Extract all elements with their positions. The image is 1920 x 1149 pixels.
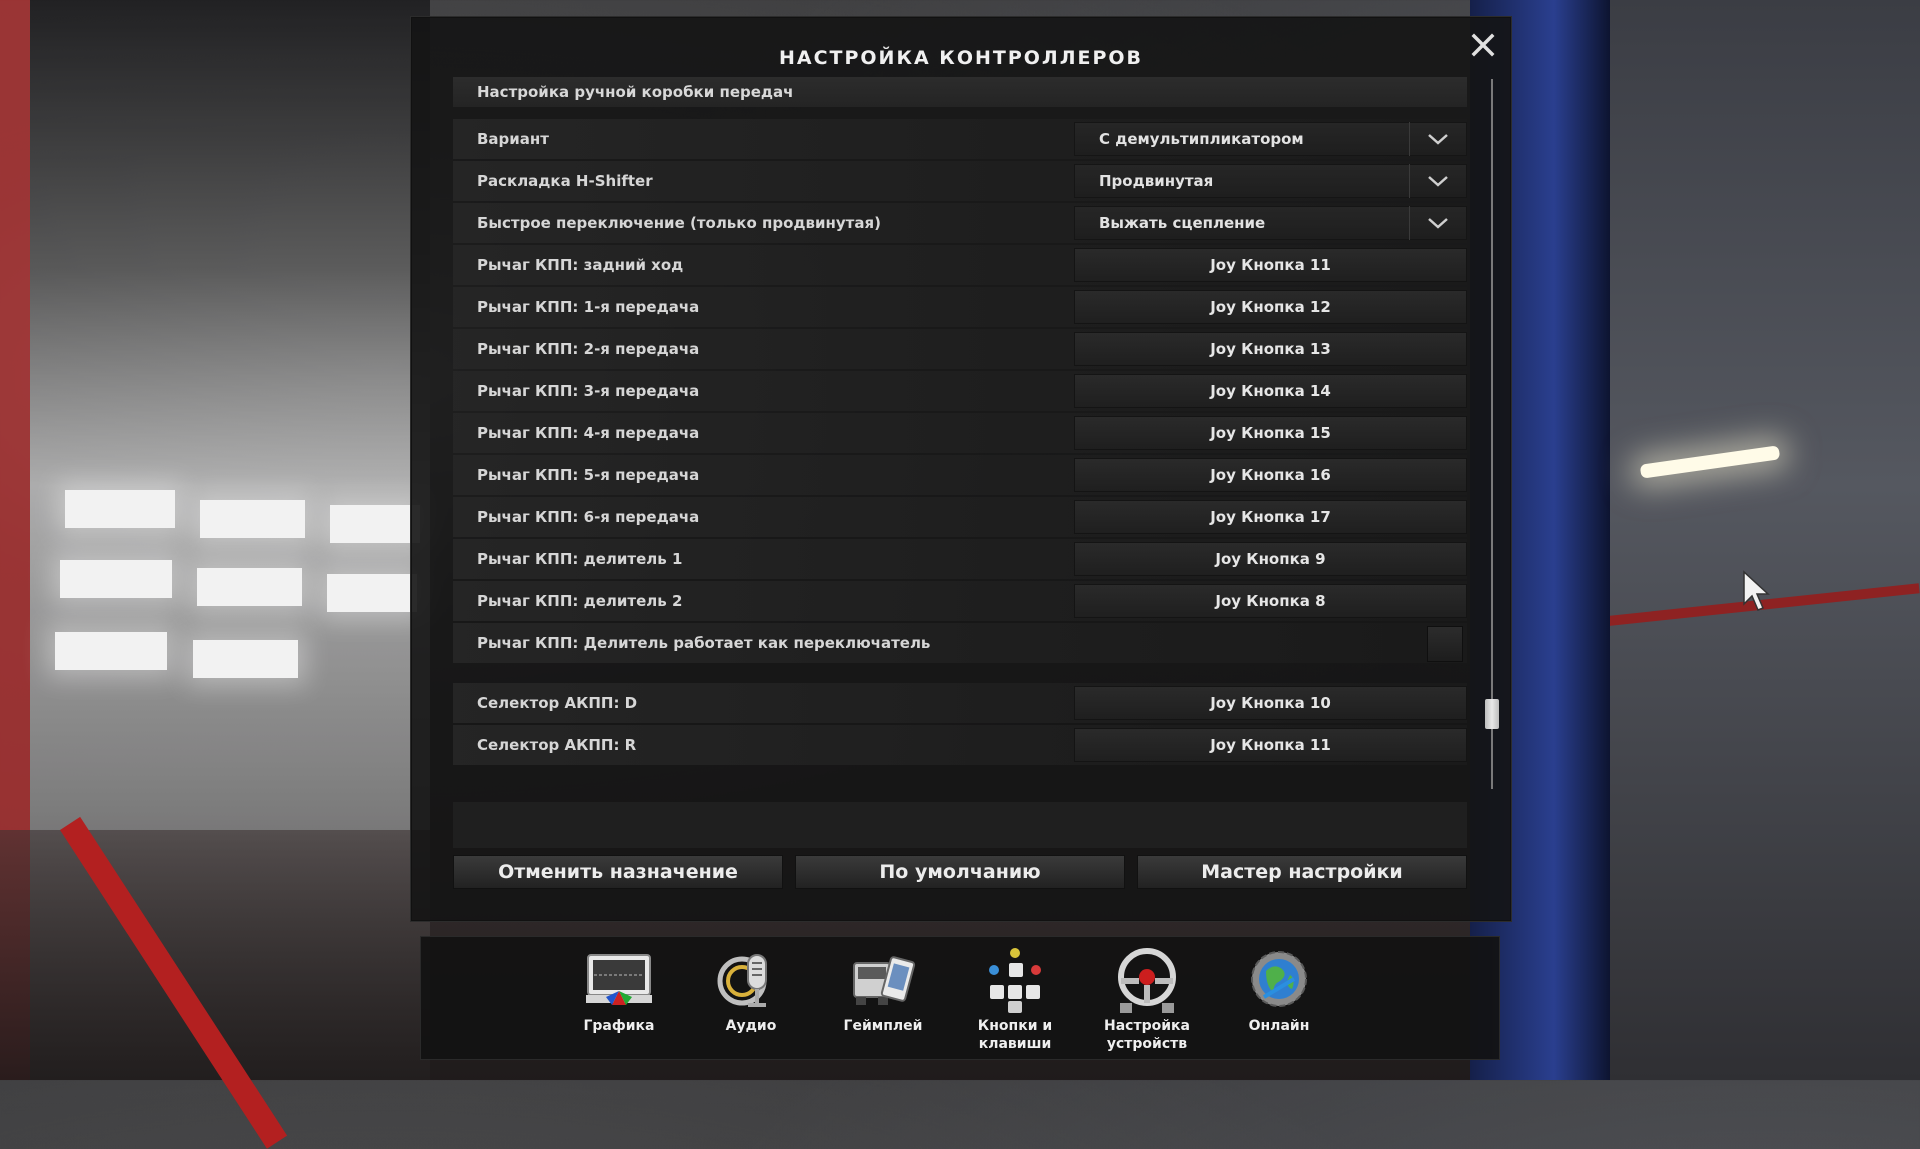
settings-row: Рычаг КПП: делитель 2 Joy Кнопка 8 [453,581,1467,621]
setting-label: Рычаг КПП: Делитель работает как переклю… [477,634,931,652]
key-binding-button[interactable]: Joy Кнопка 12 [1074,290,1467,324]
nav-item-audio[interactable]: Аудио [685,947,817,1053]
dropdown-value: С демультипликатором [1099,130,1304,148]
steering-wheel-icon [1111,947,1183,1015]
setting-label: Селектор АКПП: D [477,694,638,712]
dropdown-value: Продвинутая [1099,172,1214,190]
background-window [330,505,420,543]
settings-rows-automatic: Селектор АКПП: D Joy Кнопка 10 Селектор АК… [453,683,1467,765]
background-window [197,568,302,606]
controller-settings-dialog: НАСТРОЙКА КОНТРОЛЛЕРОВ Настройка ручной … [410,16,1512,922]
footer-buttons: Отменить назначение По умолчанию Мастер … [453,855,1467,889]
truck-phone-icon [847,947,919,1015]
settings-row: Раскладка H-Shifter Продвинутая [453,161,1467,201]
setting-checkbox[interactable] [1427,626,1463,662]
dropdown-value: Выжать сцепление [1099,214,1266,232]
nav-item-devices[interactable]: Настройка устройств [1081,947,1213,1053]
globe-gear-icon [1243,947,1315,1015]
dialog-title: НАСТРОЙКА КОНТРОЛЛЕРОВ [778,47,1144,69]
settings-nav-bar: Графика Аудио Геймплей Кнопки и клавиши … [420,936,1500,1060]
background-window [327,574,417,612]
setting-dropdown[interactable]: Продвинутая [1074,164,1467,198]
setting-label: Вариант [477,130,549,148]
nav-label-line2: устройств [1106,1036,1188,1052]
rows-spacer [453,665,1467,683]
default-button[interactable]: По умолчанию [795,855,1125,889]
setting-label: Рычаг КПП: 6-я передача [477,508,700,526]
chevron-down-icon[interactable] [1409,122,1466,156]
setting-dropdown[interactable]: С демультипликатором [1074,122,1467,156]
setting-label: Рычаг КПП: 3-я передача [477,382,700,400]
settings-row: Рычаг КПП: 2-я передача Joy Кнопка 13 [453,329,1467,369]
settings-row: Рычаг КПП: 5-я передача Joy Кнопка 16 [453,455,1467,495]
nav-label: Настройка [1104,1018,1190,1034]
key-binding-button[interactable]: Joy Кнопка 11 [1074,728,1467,762]
mouse-cursor-icon [1743,570,1770,611]
settings-row: Рычаг КПП: 1-я передача Joy Кнопка 12 [453,287,1467,327]
settings-row: Селектор АКПП: R Joy Кнопка 11 [453,725,1467,765]
nav-label-line2: клавиши [978,1036,1052,1052]
microphone-icon [715,947,787,1015]
background-right-wall [1610,0,1920,1080]
nav-item-graphics[interactable]: Графика [553,947,685,1053]
settings-row: Рычаг КПП: делитель 1 Joy Кнопка 9 [453,539,1467,579]
key-binding-button[interactable]: Joy Кнопка 14 [1074,374,1467,408]
nav-item-keys[interactable]: Кнопки и клавиши [949,947,1081,1053]
background-window [55,632,167,670]
setting-label: Рычаг КПП: задний ход [477,256,684,274]
empty-row-strip [453,802,1467,848]
settings-row: Быстрое переключение (только продвинутая… [453,203,1467,243]
scrollbar-track[interactable] [1491,79,1493,789]
setting-label: Рычаг КПП: 5-я передача [477,466,700,484]
key-binding-button[interactable]: Joy Кнопка 13 [1074,332,1467,366]
settings-row: Рычаг КПП: задний ход Joy Кнопка 11 [453,245,1467,285]
settings-row: Рычаг КПП: Делитель работает как переклю… [453,623,1467,663]
close-button[interactable] [1467,29,1499,61]
settings-list: Настройка ручной коробки передач Вариант… [453,77,1467,767]
settings-row: Селектор АКПП: D Joy Кнопка 10 [453,683,1467,723]
wizard-button[interactable]: Мастер настройки [1137,855,1467,889]
setting-label: Раскладка H-Shifter [477,172,653,190]
setting-label: Рычаг КПП: 1-я передача [477,298,700,316]
nav-label: Геймплей [843,1018,923,1034]
setting-dropdown[interactable]: Выжать сцепление [1074,206,1467,240]
background-window [65,490,175,528]
key-binding-button[interactable]: Joy Кнопка 15 [1074,416,1467,450]
nav-label: Кнопки и [977,1018,1053,1034]
section-header: Настройка ручной коробки передач [453,77,1467,107]
settings-row: Вариант С демультипликатором [453,119,1467,159]
settings-row: Рычаг КПП: 4-я передача Joy Кнопка 15 [453,413,1467,453]
setting-label: Рычаг КПП: делитель 1 [477,550,683,568]
key-binding-button[interactable]: Joy Кнопка 9 [1074,542,1467,576]
key-binding-button[interactable]: Joy Кнопка 8 [1074,584,1467,618]
chevron-down-icon[interactable] [1409,206,1466,240]
setting-label: Рычаг КПП: 2-я передача [477,340,700,358]
key-binding-button[interactable]: Joy Кнопка 17 [1074,500,1467,534]
key-binding-button[interactable]: Joy Кнопка 16 [1074,458,1467,492]
settings-row: Рычаг КПП: 3-я передача Joy Кнопка 14 [453,371,1467,411]
scrollbar[interactable] [1484,79,1500,789]
background-window [200,500,305,538]
settings-rows: Вариант С демультипликатором Раскладка H-S… [453,119,1467,663]
monitor-icon [583,947,655,1015]
background-window [193,640,298,678]
nav-item-gameplay[interactable]: Геймплей [817,947,949,1053]
nav-label: Графика [583,1018,655,1034]
setting-label: Быстрое переключение (только продвинутая… [477,214,881,232]
scrollbar-thumb[interactable] [1485,699,1499,729]
key-binding-button[interactable]: Joy Кнопка 11 [1074,248,1467,282]
background-window [60,560,172,598]
nav-label: Аудио [725,1018,777,1034]
keys-icon [979,947,1051,1015]
nav-item-online[interactable]: Онлайн [1213,947,1345,1053]
nav-label: Онлайн [1248,1018,1310,1034]
chevron-down-icon[interactable] [1409,164,1466,198]
setting-label: Рычаг КПП: 4-я передача [477,424,700,442]
setting-label: Рычаг КПП: делитель 2 [477,592,683,610]
key-binding-button[interactable]: Joy Кнопка 10 [1074,686,1467,720]
unassign-button[interactable]: Отменить назначение [453,855,783,889]
setting-label: Селектор АКПП: R [477,736,637,754]
close-icon [1471,33,1495,57]
settings-row: Рычаг КПП: 6-я передача Joy Кнопка 17 [453,497,1467,537]
